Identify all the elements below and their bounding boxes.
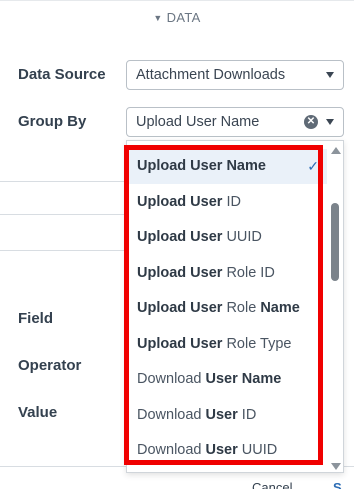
- clear-circle-x-icon[interactable]: ✕: [304, 115, 318, 129]
- data-source-select[interactable]: Attachment Downloads: [126, 60, 344, 90]
- cancel-button[interactable]: Cancel: [252, 480, 292, 489]
- option-text: Role ID: [222, 264, 275, 281]
- chevron-down-icon: [326, 72, 334, 78]
- section-divider: [0, 250, 130, 251]
- option-text: Name: [222, 158, 266, 174]
- dropdown-option[interactable]: Download User Name: [127, 362, 327, 397]
- option-text: Download: [137, 371, 206, 387]
- group-by-select[interactable]: Upload User Name ✕: [126, 107, 344, 137]
- section-toggle-data[interactable]: ▼ DATA: [0, 10, 354, 25]
- data-source-label: Data Source: [18, 66, 106, 83]
- triangle-down-icon: ▼: [153, 13, 163, 23]
- checkmark-icon: ✓: [307, 158, 319, 174]
- dropdown-option[interactable]: Upload User ID: [127, 185, 327, 220]
- field-label: Field: [18, 310, 54, 327]
- option-text: User Name: [205, 371, 282, 387]
- option-text: UUID: [237, 442, 278, 458]
- option-text: Upload User: [137, 335, 223, 352]
- dropdown-option[interactable]: Download User UUID: [127, 433, 327, 468]
- operator-label: Operator: [18, 357, 82, 374]
- option-text: Upload User: [137, 193, 223, 210]
- dropdown-option[interactable]: Upload User UUID: [127, 220, 327, 255]
- option-text: User: [205, 442, 238, 458]
- section-title: DATA: [166, 10, 201, 25]
- group-by-dropdown-list[interactable]: Upload User Name ✓ Upload User ID Upload Us…: [126, 140, 344, 473]
- option-text: Download: [137, 442, 206, 458]
- value-label: Value: [18, 404, 58, 421]
- option-text: Role Type: [222, 335, 292, 352]
- save-button[interactable]: S: [333, 480, 342, 489]
- option-text: Upload User: [137, 300, 223, 316]
- option-text: Name: [260, 300, 300, 316]
- option-text: Download: [137, 406, 206, 423]
- option-text: Role: [222, 300, 261, 316]
- scroll-down-arrow-icon[interactable]: [331, 463, 341, 470]
- dropdown-option[interactable]: Upload User Name ✓: [127, 149, 327, 184]
- scrollbar[interactable]: [327, 141, 343, 472]
- option-text: Upload User: [137, 264, 223, 281]
- option-text: ID: [222, 193, 241, 210]
- option-text: UUID: [222, 229, 262, 245]
- scrollbar-thumb[interactable]: [331, 203, 339, 281]
- option-text: ID: [237, 406, 257, 423]
- option-text: User: [205, 406, 238, 423]
- dropdown-option[interactable]: Download User ID: [127, 398, 327, 433]
- group-by-label: Group By: [18, 113, 87, 130]
- data-source-value: Attachment Downloads: [136, 67, 286, 83]
- scroll-up-arrow-icon[interactable]: [331, 147, 341, 154]
- option-text: Upload User: [137, 229, 223, 245]
- option-text: Upload User: [137, 158, 223, 174]
- section-divider: [0, 214, 130, 215]
- chevron-down-icon: [326, 119, 334, 125]
- dropdown-option[interactable]: Upload User Role ID: [127, 256, 327, 291]
- top-divider: [0, 0, 354, 1]
- dropdown-option[interactable]: Upload User Role Name: [127, 291, 327, 326]
- group-by-value: Upload User Name: [136, 114, 260, 130]
- dropdown-option[interactable]: Upload User Role Type: [127, 327, 327, 362]
- section-divider: [0, 181, 130, 182]
